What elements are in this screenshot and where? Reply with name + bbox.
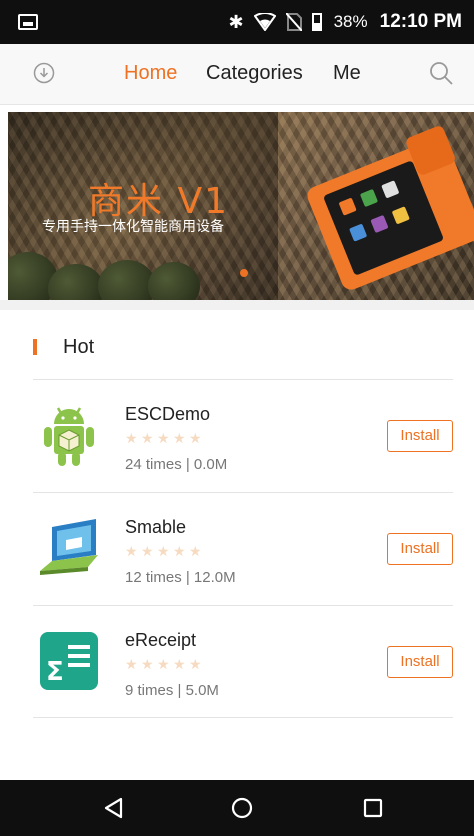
top-nav: Home Categories Me bbox=[0, 44, 474, 105]
app-name: ESCDemo bbox=[125, 404, 211, 424]
sigma-document-icon: Σ bbox=[40, 632, 98, 690]
pos-device-image bbox=[307, 126, 474, 290]
list-item[interactable]: Smable ★ ★ ★ ★ ★ 12 times | 12.0M Instal… bbox=[0, 493, 474, 605]
home-icon[interactable] bbox=[231, 797, 253, 819]
star-icon: ★ bbox=[125, 430, 138, 446]
wifi-icon bbox=[253, 13, 276, 31]
gallery-icon bbox=[18, 14, 38, 30]
promo-banner[interactable]: 商米 V1 专用手持一体化智能商用设备 bbox=[8, 112, 474, 300]
section-title-hot: Hot bbox=[63, 336, 95, 358]
download-icon[interactable] bbox=[33, 62, 55, 84]
search-icon[interactable] bbox=[428, 60, 454, 86]
install-button[interactable]: Install bbox=[387, 646, 453, 678]
laptop-icon bbox=[40, 519, 98, 575]
app-meta: 24 times | 0.0M bbox=[125, 456, 228, 473]
star-icon: ★ bbox=[157, 656, 170, 672]
rating-stars: ★ ★ ★ ★ ★ bbox=[125, 430, 202, 446]
clock: 12:10 PM bbox=[379, 11, 462, 32]
star-icon: ★ bbox=[141, 430, 154, 446]
star-icon: ★ bbox=[173, 430, 186, 446]
bluetooth-icon: ✱ bbox=[228, 12, 244, 32]
app-name: Smable bbox=[125, 517, 187, 537]
star-icon: ★ bbox=[173, 543, 186, 559]
star-icon: ★ bbox=[157, 543, 170, 559]
android-package-icon bbox=[44, 407, 94, 466]
status-bar: ✱ 38% 12:10 PM bbox=[0, 0, 474, 44]
carousel-indicator[interactable] bbox=[240, 269, 248, 277]
no-sim-icon bbox=[285, 13, 302, 31]
app-meta: 9 times | 5.0M bbox=[125, 682, 219, 699]
list-item[interactable]: Σ eReceipt ★ ★ ★ ★ ★ 9 times | 5.0M Inst… bbox=[0, 606, 474, 718]
tab-me[interactable]: Me bbox=[333, 62, 361, 85]
rating-stars: ★ ★ ★ ★ ★ bbox=[125, 543, 202, 559]
star-icon: ★ bbox=[189, 543, 202, 559]
install-button[interactable]: Install bbox=[387, 420, 453, 452]
banner-subtitle: 专用手持一体化智能商用设备 bbox=[42, 219, 224, 235]
star-icon: ★ bbox=[125, 656, 138, 672]
star-icon: ★ bbox=[141, 656, 154, 672]
list-item[interactable]: ESCDemo ★ ★ ★ ★ ★ 24 times | 0.0M Instal… bbox=[0, 380, 474, 492]
back-icon[interactable] bbox=[103, 797, 123, 819]
star-icon: ★ bbox=[125, 543, 138, 559]
system-nav-bar bbox=[0, 780, 474, 836]
battery-percent: 38% bbox=[333, 12, 368, 31]
tab-categories[interactable]: Categories bbox=[206, 62, 303, 85]
install-button[interactable]: Install bbox=[387, 533, 453, 565]
star-icon: ★ bbox=[189, 430, 202, 446]
star-icon: ★ bbox=[173, 656, 186, 672]
section-accent-bar bbox=[33, 339, 37, 355]
star-icon: ★ bbox=[189, 656, 202, 672]
star-icon: ★ bbox=[157, 430, 170, 446]
app-meta: 12 times | 12.0M bbox=[125, 569, 236, 586]
star-icon: ★ bbox=[141, 543, 154, 559]
app-name: eReceipt bbox=[125, 630, 197, 650]
svg-text:Σ: Σ bbox=[46, 657, 64, 687]
battery-icon bbox=[311, 13, 322, 31]
tab-home[interactable]: Home bbox=[124, 62, 177, 85]
rating-stars: ★ ★ ★ ★ ★ bbox=[125, 656, 202, 672]
recent-apps-icon[interactable] bbox=[363, 798, 383, 818]
